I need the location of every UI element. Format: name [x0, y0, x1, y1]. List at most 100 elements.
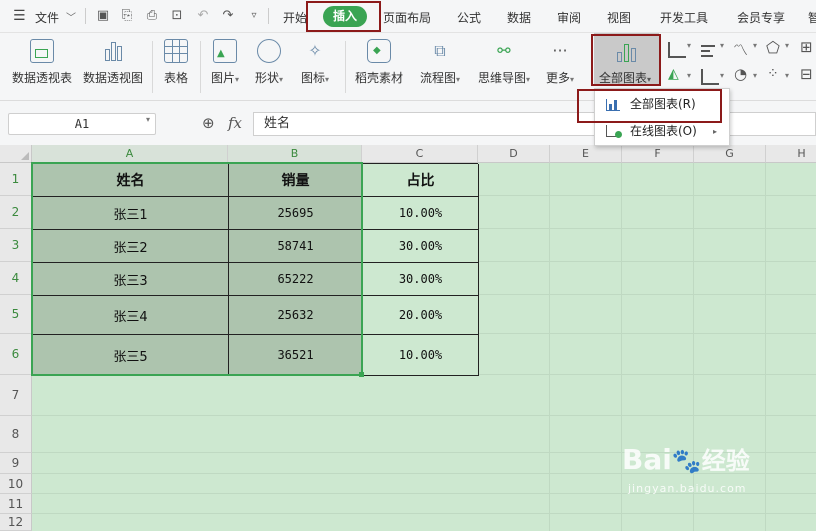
pivot-table-button[interactable]: 数据透视表: [8, 39, 76, 86]
column-header-f[interactable]: F: [622, 145, 694, 163]
divider: [85, 8, 86, 24]
column-chart-icon[interactable]: [668, 42, 686, 58]
tab-developer[interactable]: 开发工具: [660, 9, 708, 26]
undo-icon[interactable]: ↶: [195, 8, 211, 24]
pivot-table-label: 数据透视表: [11, 71, 72, 85]
shape-icon: [257, 39, 281, 63]
mindmap-label: 思维导图: [477, 71, 526, 85]
row-header[interactable]: 11: [0, 494, 32, 514]
spreadsheet-grid[interactable]: A B C D E F G H 1 2 3 4 5 6 7 8 9 10 11 …: [0, 145, 816, 531]
shape-button[interactable]: 形状▾: [248, 39, 290, 86]
docer-material-button[interactable]: ◆ 稻壳素材: [352, 39, 406, 86]
name-box[interactable]: A1: [8, 113, 156, 135]
row-header[interactable]: 2: [0, 196, 32, 229]
hamburger-icon[interactable]: ☰: [13, 8, 26, 24]
row-header[interactable]: 10: [0, 474, 32, 494]
customize-icon[interactable]: ▿: [246, 8, 262, 24]
pie-chart-icon[interactable]: ◔: [734, 65, 747, 83]
formula-content: 姓名: [264, 116, 291, 131]
table-cell-ratio[interactable]: 10.00%: [363, 197, 479, 230]
grid-line: [478, 228, 816, 229]
pivot-chart-label: 数据透视图: [82, 71, 143, 85]
table-header-ratio[interactable]: 占比: [363, 164, 479, 197]
chevron-down-icon[interactable]: ▾: [720, 71, 724, 80]
row-header[interactable]: 12: [0, 514, 32, 531]
export-icon[interactable]: ⎘: [119, 8, 135, 24]
selection-border: [31, 162, 363, 376]
divider: [200, 41, 201, 93]
docer-material-label: 稻壳素材: [354, 71, 403, 85]
column-header-d[interactable]: D: [478, 145, 550, 163]
print-preview-icon[interactable]: ⊡: [169, 8, 185, 24]
table-cell-ratio[interactable]: 30.00%: [363, 230, 479, 263]
dropdown-item-highlight: [577, 89, 722, 123]
tab-member[interactable]: 会员专享: [737, 9, 785, 26]
table-label: 表格: [163, 71, 188, 85]
scatter-chart-icon[interactable]: ⁘: [767, 66, 779, 82]
row-header[interactable]: 7: [0, 375, 32, 416]
column-header-a[interactable]: A: [32, 145, 228, 163]
column-header-g[interactable]: G: [694, 145, 766, 163]
row-header[interactable]: 5: [0, 295, 32, 334]
tab-data[interactable]: 数据: [507, 9, 531, 26]
zoom-search-icon[interactable]: ⊕: [202, 114, 215, 132]
tab-page-layout[interactable]: 页面布局: [383, 9, 431, 26]
more-label: 更多: [545, 71, 570, 85]
icon-library-button[interactable]: ✧ 图标▾: [295, 39, 335, 86]
chevron-down-icon[interactable]: ▾: [687, 41, 691, 50]
baidu-watermark-logo: Bai🐾经验: [622, 443, 750, 476]
chevron-down-icon[interactable]: ▾: [753, 71, 757, 80]
table-cell-ratio[interactable]: 30.00%: [363, 263, 479, 296]
tab-smart[interactable]: 智: [808, 9, 816, 26]
table-cell-ratio[interactable]: 20.00%: [363, 296, 479, 335]
chevron-down-icon[interactable]: ▾: [720, 41, 724, 50]
divider: [345, 41, 346, 93]
stock-chart-icon[interactable]: ⊟: [800, 65, 813, 83]
picture-button[interactable]: ▲ 图片▾: [205, 39, 245, 86]
grid-line: [549, 163, 550, 531]
stacked-chart-icon[interactable]: [701, 69, 719, 85]
tab-home[interactable]: 开始: [283, 9, 307, 26]
more-button[interactable]: ··· 更多▾: [540, 39, 580, 86]
tab-view[interactable]: 视图: [607, 9, 631, 26]
bar-chart-icon[interactable]: [701, 43, 719, 59]
redo-icon[interactable]: ↷: [220, 8, 236, 24]
tab-review[interactable]: 审阅: [557, 9, 581, 26]
table-icon: [164, 39, 188, 63]
save-icon[interactable]: ▣: [95, 8, 111, 24]
fx-icon[interactable]: fx: [228, 114, 242, 132]
pivot-chart-button[interactable]: 数据透视图: [80, 39, 146, 86]
file-menu[interactable]: 文件: [35, 9, 59, 26]
table-button[interactable]: 表格: [158, 39, 194, 86]
column-header-e[interactable]: E: [550, 145, 622, 163]
column-header-c[interactable]: C: [362, 145, 478, 163]
column-header-b[interactable]: B: [228, 145, 362, 163]
combo-chart-icon[interactable]: ⊞: [800, 38, 813, 56]
picture-icon: ▲: [213, 39, 237, 63]
row-header[interactable]: 3: [0, 229, 32, 262]
chevron-down-icon[interactable]: ▾: [785, 41, 789, 50]
area-chart-icon[interactable]: ◭: [668, 66, 679, 82]
row-header[interactable]: 4: [0, 262, 32, 295]
table-cell-ratio[interactable]: 10.00%: [363, 335, 479, 376]
shape-label: 形状: [254, 71, 279, 85]
formula-input[interactable]: 姓名: [253, 112, 816, 136]
chevron-down-icon[interactable]: ▾: [146, 115, 150, 124]
row-header[interactable]: 1: [0, 163, 32, 196]
chevron-down-icon[interactable]: ﹀: [66, 9, 76, 24]
flowchart-button[interactable]: ⧉ 流程图▾: [414, 39, 466, 86]
mindmap-button[interactable]: ⚯ 思维导图▾: [474, 39, 534, 86]
tab-formula[interactable]: 公式: [457, 9, 481, 26]
chevron-down-icon[interactable]: ▾: [785, 71, 789, 80]
row-header[interactable]: 8: [0, 416, 32, 453]
column-header-h[interactable]: H: [766, 145, 816, 163]
select-all-corner[interactable]: [0, 145, 32, 163]
print-icon[interactable]: ⎙: [144, 8, 160, 24]
fill-handle[interactable]: [359, 372, 364, 377]
chevron-down-icon[interactable]: ▾: [753, 41, 757, 50]
row-header[interactable]: 6: [0, 334, 32, 375]
line-chart-icon[interactable]: 〽: [733, 39, 748, 60]
row-header[interactable]: 9: [0, 453, 32, 474]
radar-chart-icon[interactable]: ⬠: [766, 38, 780, 57]
chevron-down-icon[interactable]: ▾: [687, 71, 691, 80]
